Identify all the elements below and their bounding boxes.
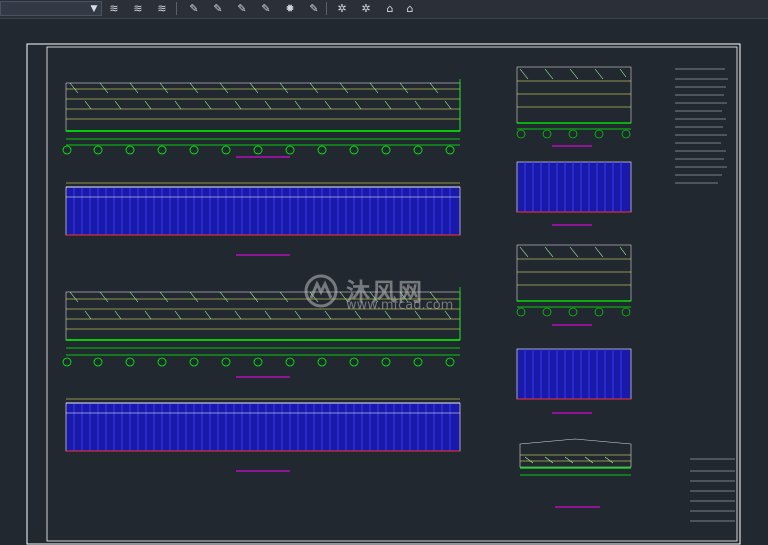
layer-isolate-icon[interactable]: ✎	[210, 1, 226, 16]
unlock-icon[interactable]: ⌂	[402, 1, 418, 16]
side-elevation-blue-1	[516, 161, 632, 226]
watermark-logo-icon	[304, 274, 338, 308]
layer-freeze-icon[interactable]: ✎	[234, 1, 250, 16]
layer-previous-icon[interactable]: ≋	[154, 1, 170, 16]
elevation-top	[62, 79, 461, 158]
title-block	[690, 458, 735, 522]
side-elevation-1	[516, 66, 632, 147]
layer-on-icon[interactable]: ✲	[334, 1, 350, 16]
layer-walk-icon[interactable]: ✹	[282, 1, 298, 16]
elevation-blue-2	[65, 398, 461, 472]
layer-thaw-icon[interactable]: ✲	[358, 1, 374, 16]
toolbar: ▼ ≋ ≋ ≋ ✎ ✎ ✎ ✎ ✹ ✎ ✲ ✲ ⌂ ⌂	[0, 0, 768, 19]
side-elevation-2	[516, 244, 632, 326]
elevation-blue-1	[65, 182, 461, 256]
side-elevation-blue-2	[516, 348, 632, 414]
layer-combo[interactable]: ▼	[0, 1, 102, 16]
separator	[326, 2, 327, 15]
lock-icon[interactable]: ⌂	[382, 1, 398, 16]
section-detail	[519, 438, 632, 508]
design-notes	[675, 68, 728, 184]
layer-properties-icon[interactable]: ≋	[106, 1, 122, 16]
chevron-down-icon[interactable]: ▼	[89, 4, 99, 14]
layer-off-icon[interactable]: ✎	[258, 1, 274, 16]
match-layer-icon[interactable]: ✎	[186, 1, 202, 16]
watermark-url: www.mfcad.com	[346, 298, 454, 313]
separator	[176, 2, 177, 15]
layer-merge-icon[interactable]: ✎	[306, 1, 322, 16]
layer-state-icon[interactable]: ≋	[130, 1, 146, 16]
drawing-canvas[interactable]: 沐风网 www.mfcad.com	[0, 19, 768, 545]
